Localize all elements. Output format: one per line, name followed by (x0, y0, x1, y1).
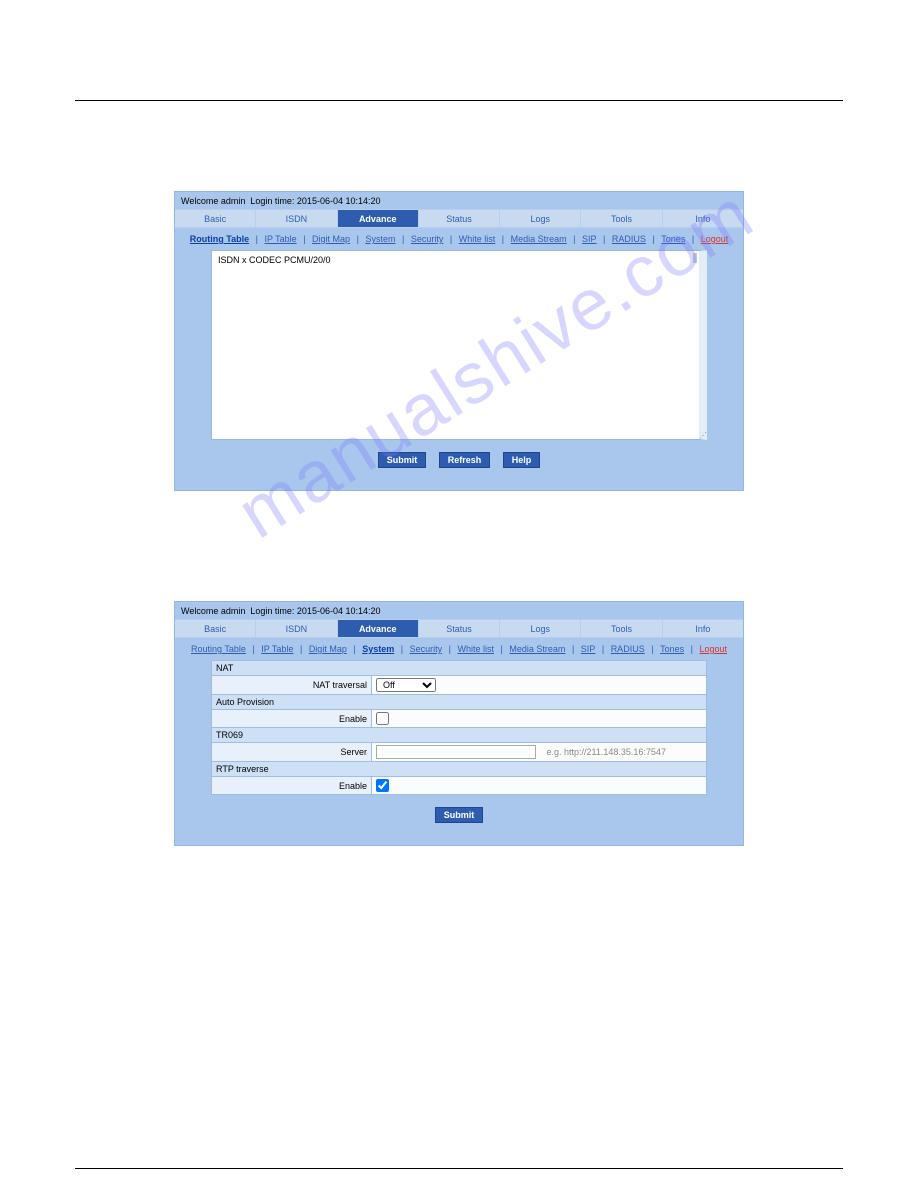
login-label: Login time: (250, 606, 297, 616)
textarea-content: ISDN x CODEC PCMU/20/0 (218, 255, 331, 265)
subnav-radius[interactable]: RADIUS (612, 234, 646, 244)
subnav-sip[interactable]: SIP (581, 644, 596, 654)
welcome-prefix: Welcome (181, 196, 221, 206)
auto-provision-enable-checkbox[interactable] (376, 712, 389, 725)
sub-nav: Routing Table | IP Table | Digit Map | S… (175, 638, 743, 660)
login-time: 2015-06-04 10:14:20 (297, 606, 381, 616)
tab-basic[interactable]: Basic (175, 210, 256, 227)
welcome-user: admin (221, 606, 246, 616)
subnav-security[interactable]: Security (411, 234, 444, 244)
tab-advance[interactable]: Advance (338, 620, 419, 637)
subnav-white-list[interactable]: White list (459, 234, 496, 244)
rtp-traverse-enable-checkbox[interactable] (376, 779, 389, 792)
subnav-routing-table[interactable]: Routing Table (191, 644, 246, 654)
tab-isdn[interactable]: ISDN (256, 620, 337, 637)
button-row: Submit Refresh Help (211, 440, 707, 472)
subnav-tones[interactable]: Tones (661, 234, 685, 244)
subnav-system[interactable]: System (362, 644, 394, 654)
label-auto-provision-enable: Enable (212, 710, 372, 728)
help-button[interactable]: Help (503, 452, 541, 468)
submit-button[interactable]: Submit (378, 452, 427, 468)
welcome-prefix: Welcome (181, 606, 221, 616)
label-rtp-traverse-enable: Enable (212, 777, 372, 795)
refresh-button[interactable]: Refresh (439, 452, 491, 468)
subnav-sip[interactable]: SIP (582, 234, 597, 244)
panel-routing-table: Welcome admin Login time: 2015-06-04 10:… (174, 191, 744, 491)
tab-isdn[interactable]: ISDN (256, 210, 337, 227)
subnav-digit-map[interactable]: Digit Map (312, 234, 350, 244)
welcome-user: admin (221, 196, 246, 206)
tr069-server-hint: e.g. http://211.148.35.16:7547 (547, 747, 666, 757)
tr069-server-input[interactable] (376, 745, 536, 759)
tab-status[interactable]: Status (419, 210, 500, 227)
subnav-radius[interactable]: RADIUS (611, 644, 645, 654)
nat-traversal-select[interactable]: Off (376, 678, 436, 692)
subnav-security[interactable]: Security (410, 644, 443, 654)
main-tabs: Basic ISDN Advance Status Logs Tools Inf… (175, 619, 743, 638)
tab-tools[interactable]: Tools (581, 210, 662, 227)
subnav-media-stream[interactable]: Media Stream (511, 234, 567, 244)
header-line: Welcome admin Login time: 2015-06-04 10:… (175, 192, 743, 209)
subnav-system[interactable]: System (365, 234, 395, 244)
subnav-routing-table[interactable]: Routing Table (190, 234, 249, 244)
button-row: Submit (211, 795, 707, 827)
resize-handle-icon[interactable]: ⋰ (699, 431, 707, 439)
sub-nav: Routing Table | IP Table | Digit Map | S… (175, 228, 743, 250)
subnav-logout[interactable]: Logout (699, 644, 727, 654)
tab-advance[interactable]: Advance (338, 210, 419, 227)
scrollbar-thumb[interactable] (693, 253, 697, 263)
subnav-tones[interactable]: Tones (660, 644, 684, 654)
section-nat: NAT (212, 661, 707, 676)
subnav-digit-map[interactable]: Digit Map (309, 644, 347, 654)
tab-info[interactable]: Info (663, 210, 743, 227)
header-line: Welcome admin Login time: 2015-06-04 10:… (175, 602, 743, 619)
tab-info[interactable]: Info (663, 620, 743, 637)
label-nat-traversal: NAT traversal (212, 676, 372, 695)
subnav-white-list[interactable]: White list (458, 644, 495, 654)
tab-status[interactable]: Status (419, 620, 500, 637)
tab-logs[interactable]: Logs (500, 210, 581, 227)
section-rtp-traverse: RTP traverse (212, 762, 707, 777)
submit-button[interactable]: Submit (435, 807, 484, 823)
panel-system: Welcome admin Login time: 2015-06-04 10:… (174, 601, 744, 846)
login-time: 2015-06-04 10:14:20 (297, 196, 381, 206)
section-auto-provision: Auto Provision (212, 695, 707, 710)
tab-basic[interactable]: Basic (175, 620, 256, 637)
section-tr069: TR069 (212, 728, 707, 743)
tab-tools[interactable]: Tools (581, 620, 662, 637)
main-tabs: Basic ISDN Advance Status Logs Tools Inf… (175, 209, 743, 228)
subnav-ip-table[interactable]: IP Table (261, 644, 293, 654)
system-form-table: NAT NAT traversal Off Auto Provision Ena… (211, 660, 707, 795)
subnav-logout[interactable]: Logout (701, 234, 729, 244)
tab-logs[interactable]: Logs (500, 620, 581, 637)
label-tr069-server: Server (212, 743, 372, 762)
routing-table-textarea[interactable]: ISDN x CODEC PCMU/20/0 ⋰ (211, 250, 707, 440)
subnav-ip-table[interactable]: IP Table (264, 234, 296, 244)
login-label: Login time: (250, 196, 297, 206)
subnav-media-stream[interactable]: Media Stream (509, 644, 565, 654)
